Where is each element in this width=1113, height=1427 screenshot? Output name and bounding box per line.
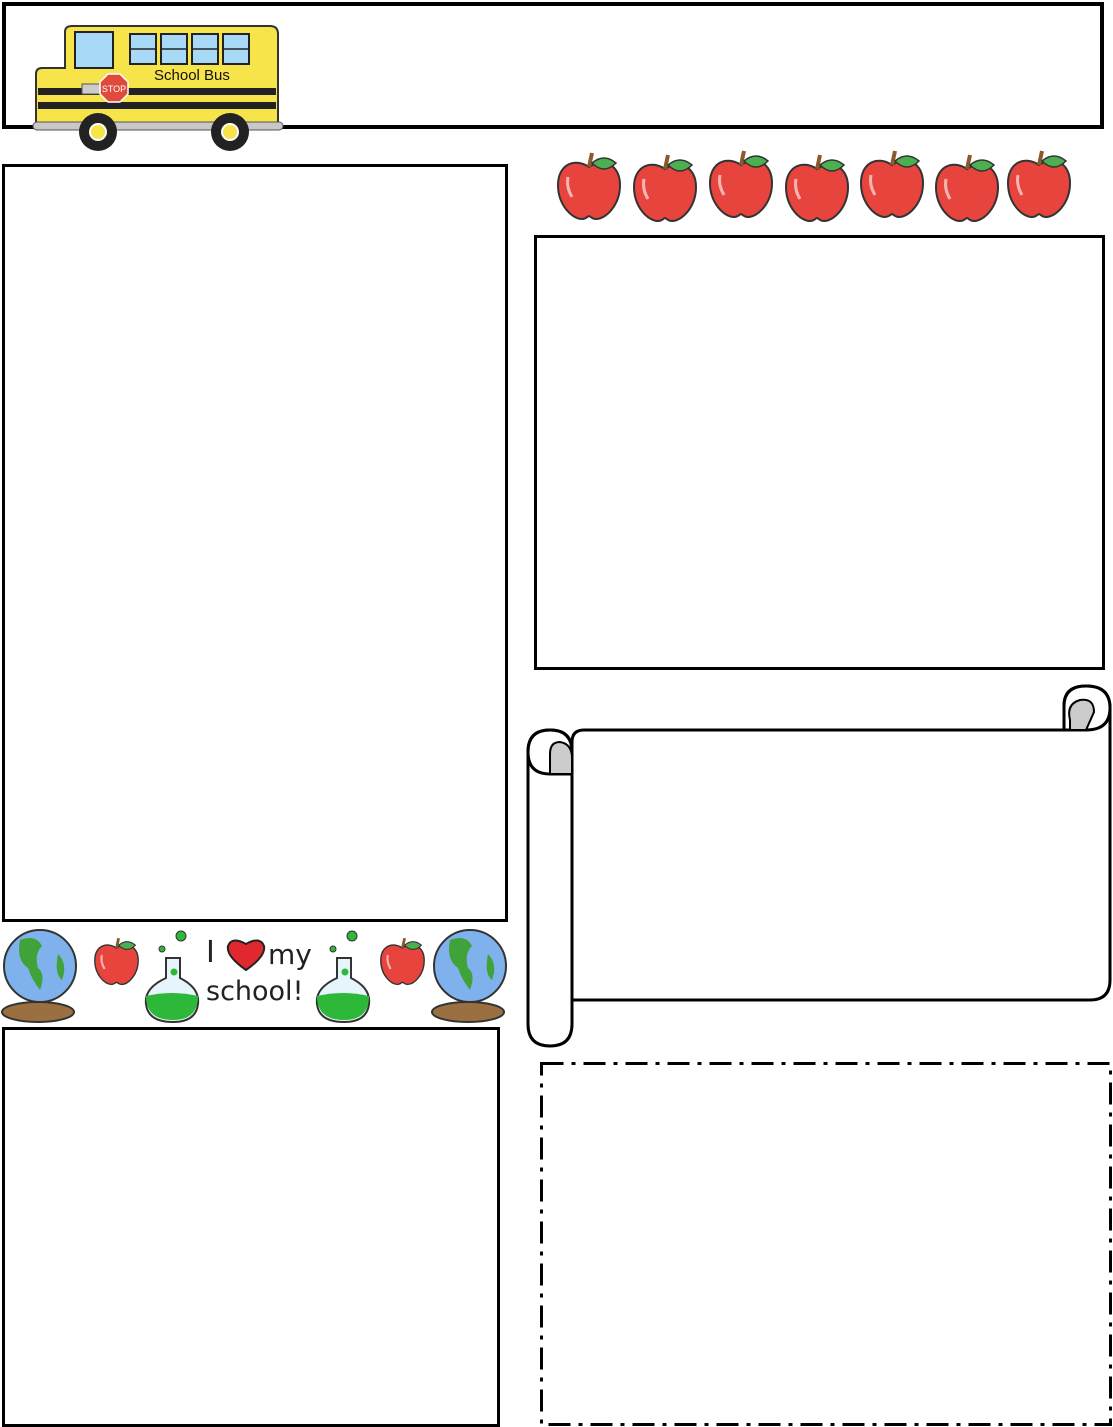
banner-text-my: my: [268, 938, 312, 971]
left-content-box[interactable]: [2, 164, 508, 922]
flask-icon: [315, 930, 371, 1024]
right-top-content-box[interactable]: [534, 235, 1105, 670]
apple-icon: [859, 149, 925, 219]
dash-dot-content-box[interactable]: [539, 1061, 1113, 1427]
banner-text-school: school!: [206, 976, 303, 1007]
apple-icon: [379, 936, 426, 986]
stop-sign-text: STOP: [102, 84, 126, 94]
bus-label: School Bus: [154, 67, 230, 84]
apple-icon: [556, 151, 622, 221]
apple-icon: [934, 153, 1000, 223]
left-bottom-content-box[interactable]: [2, 1027, 500, 1427]
apple-icon: [1006, 149, 1072, 219]
banner-text-i: I: [206, 935, 215, 970]
globe-icon: [431, 929, 507, 1023]
i-love-my-school-banner: I my school!: [1, 929, 507, 1024]
school-bus-icon: STOP School Bus: [32, 25, 284, 151]
globe-icon: [1, 929, 77, 1023]
apple-border: [556, 149, 1072, 223]
apple-icon: [632, 153, 698, 223]
apple-icon: [784, 153, 850, 223]
heart-icon: [226, 939, 266, 972]
apple-icon: [708, 149, 774, 219]
flask-icon: [144, 930, 200, 1024]
scroll-frame[interactable]: [524, 682, 1113, 1050]
apple-icon: [93, 936, 140, 986]
